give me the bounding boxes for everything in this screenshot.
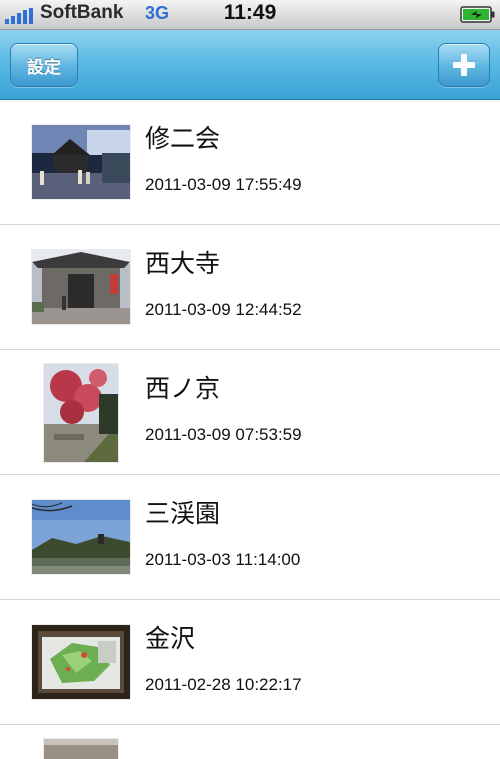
photo-thumbnail <box>44 364 118 462</box>
settings-button-label: 設定 <box>27 57 61 78</box>
battery-charging-icon <box>460 6 495 23</box>
navigation-bar: 設定 <box>0 30 500 100</box>
entry-list: 修二会 2011-03-09 17:55:49 西大寺 2011-03-09 1… <box>0 100 500 759</box>
list-item[interactable]: 修二会 2011-03-09 17:55:49 <box>0 100 500 225</box>
list-item[interactable]: 金沢 2011-02-28 10:22:17 <box>0 600 500 725</box>
photo-thumbnail <box>44 739 118 759</box>
photo-thumbnail <box>32 125 130 199</box>
list-item[interactable]: 西ノ京 2011-03-09 07:53:59 <box>0 350 500 475</box>
photo-thumbnail <box>32 625 130 699</box>
entry-title: 西ノ京 <box>145 374 221 403</box>
plus-icon <box>453 54 475 76</box>
entry-date: 2011-02-28 10:22:17 <box>145 675 302 694</box>
list-item[interactable] <box>0 725 500 759</box>
photo-thumbnail <box>32 250 130 324</box>
entry-date: 2011-03-09 07:53:59 <box>145 425 302 444</box>
entry-date: 2011-03-09 17:55:49 <box>145 175 302 194</box>
entry-title: 修二会 <box>145 124 221 153</box>
entry-date: 2011-03-09 12:44:52 <box>145 300 302 319</box>
entry-title: 三渓園 <box>145 499 221 528</box>
list-item[interactable]: 三渓園 2011-03-03 11:14:00 <box>0 475 500 600</box>
entry-date: 2011-03-03 11:14:00 <box>145 550 301 569</box>
add-button[interactable] <box>438 43 490 87</box>
status-bar: SoftBank 3G 11:49 <box>0 0 500 30</box>
list-item[interactable]: 西大寺 2011-03-09 12:44:52 <box>0 225 500 350</box>
settings-button[interactable]: 設定 <box>10 43 78 87</box>
entry-title: 金沢 <box>145 624 196 653</box>
photo-thumbnail <box>32 500 130 574</box>
clock: 11:49 <box>223 1 277 24</box>
entry-title: 西大寺 <box>145 249 221 278</box>
